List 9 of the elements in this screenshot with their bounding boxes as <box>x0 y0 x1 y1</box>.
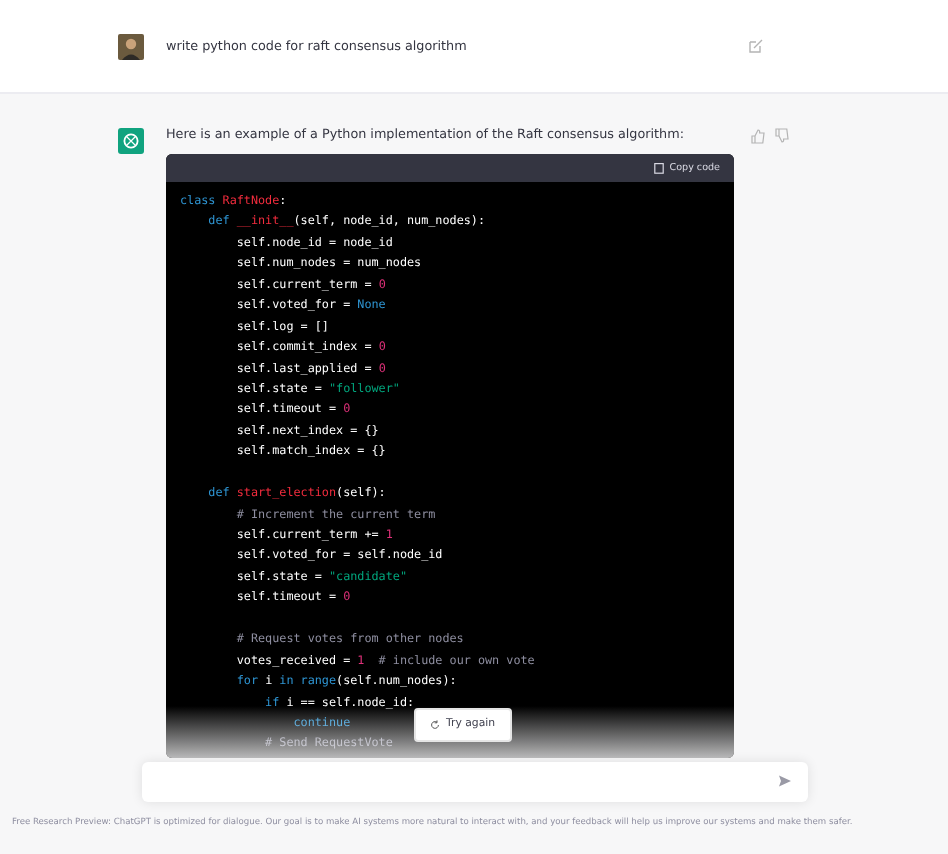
clipboard-icon <box>653 162 664 174</box>
message-input[interactable] <box>141 761 807 802</box>
thumbs-down-icon[interactable] <box>774 128 790 144</box>
assistant-logo-icon <box>118 128 144 154</box>
edit-icon[interactable] <box>748 38 764 54</box>
thumbs-up-icon[interactable] <box>750 128 766 144</box>
refresh-icon <box>430 719 440 730</box>
user-avatar <box>118 33 144 59</box>
send-icon[interactable] <box>777 774 791 789</box>
